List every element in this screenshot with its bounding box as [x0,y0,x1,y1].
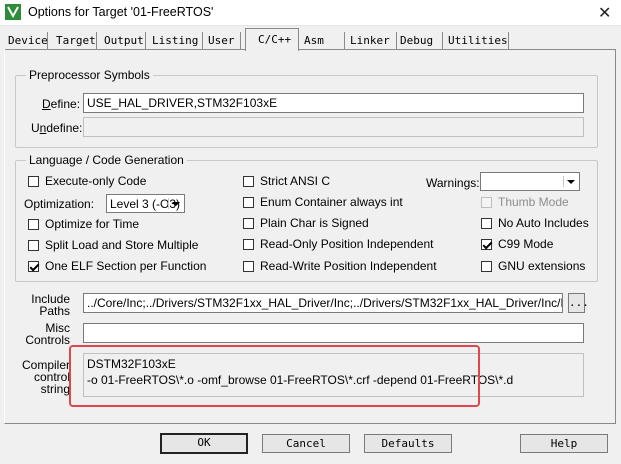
ro-position-checkbox[interactable] [243,239,254,250]
execute-only-checkbox[interactable] [28,176,39,187]
rw-position-label: Read-Write Position Independent [260,259,437,273]
include-paths-input[interactable]: ../Core/Inc;../Drivers/STM32F1xx_HAL_Dri… [83,293,563,313]
no-auto-includes-checkbox[interactable] [481,218,492,229]
warnings-label: Warnings: [426,176,480,190]
tab-bar: Device Target Output Listing User C/C++ … [4,28,616,51]
gnu-extensions-checkbox[interactable] [481,261,492,272]
enum-container-label: Enum Container always int [260,195,403,209]
optimize-time-label: Optimize for Time [45,217,140,231]
plain-char-checkbox[interactable] [243,218,254,229]
optimization-select[interactable]: Level 3 (-O3) [106,194,185,213]
include-paths-label: Include Paths [31,292,70,318]
gnu-extensions-label: GNU extensions [498,259,586,273]
ro-position-label: Read-Only Position Independent [260,237,434,251]
tab-listing[interactable]: Listing [148,32,203,49]
c99-mode-label: C99 Mode [498,237,554,251]
tab-debug[interactable]: Debug [396,32,443,49]
define-label: Define: [42,97,81,111]
include-browse-button[interactable]: ... [568,293,589,313]
rw-position-checkbox[interactable] [243,261,254,272]
c99-mode-checkbox[interactable] [481,239,492,250]
preprocessor-title: Preprocessor Symbols [26,68,153,82]
define-input[interactable]: USE_HAL_DRIVER,STM32F103xE [83,93,584,113]
tab-linker[interactable]: Linker [346,32,397,49]
split-load-label: Split Load and Store Multiple [45,238,199,252]
compiler-control-label: Compiler control string [21,358,70,396]
language-title: Language / Code Generation [26,153,187,167]
undefine-input[interactable] [83,117,584,137]
optimize-time-checkbox[interactable] [28,219,39,230]
execute-only-label: Execute-only Code [45,174,147,188]
chevron-down-icon [168,198,182,209]
split-load-checkbox[interactable] [28,240,39,251]
keil-app-icon [5,4,21,20]
tab-target[interactable]: Target [52,32,97,49]
undefine-label: Undefine: [31,121,83,135]
one-elf-checkbox[interactable] [28,261,39,272]
plain-char-label: Plain Char is Signed [260,216,369,230]
one-elf-label: One ELF Section per Function [45,259,207,273]
close-icon[interactable]: ✕ [598,3,611,23]
tab-user[interactable]: User [204,32,241,49]
misc-controls-label: Misc Controls [25,321,70,347]
tab-output[interactable]: Output [100,32,146,49]
tab-utilities[interactable]: Utilities [444,32,509,49]
cancel-button[interactable]: Cancel [262,434,350,453]
enum-container-checkbox[interactable] [243,197,254,208]
tab-cc[interactable]: C/C++ [245,28,299,51]
thumb-mode-label: Thumb Mode [498,195,569,209]
warnings-select[interactable] [480,172,580,191]
title-bar: Options for Target '01-FreeRTOS' ✕ [0,0,621,26]
no-auto-includes-label: No Auto Includes [498,216,589,230]
optimization-label: Optimization: [24,197,95,211]
help-button[interactable]: Help [520,434,608,453]
thumb-mode-checkbox[interactable] [481,197,492,208]
misc-controls-input[interactable] [83,323,584,343]
annotation-highlight-box [69,345,480,407]
window-title: Options for Target '01-FreeRTOS' [28,5,214,19]
strict-ansi-label: Strict ANSI C [260,174,331,188]
strict-ansi-checkbox[interactable] [243,176,254,187]
tab-asm[interactable]: Asm [300,32,345,49]
defaults-button[interactable]: Defaults [364,434,452,453]
tab-device[interactable]: Device [4,32,48,49]
chevron-down-icon [563,176,577,187]
ok-button[interactable]: OK [160,433,248,454]
